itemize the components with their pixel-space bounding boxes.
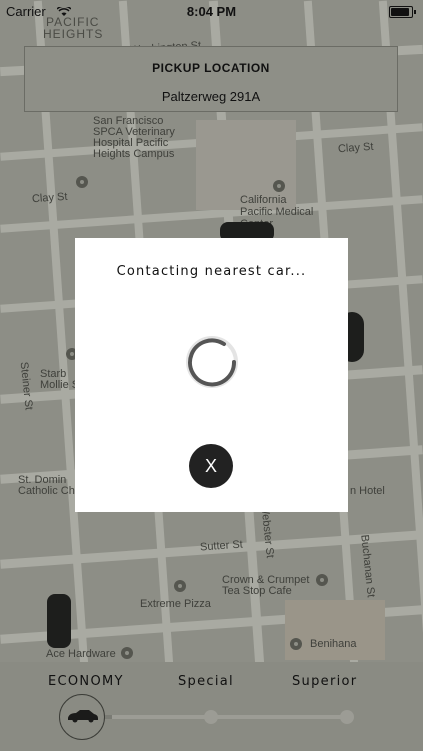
poi-marker <box>273 180 285 192</box>
pickup-title: PICKUP LOCATION <box>152 61 270 75</box>
map-label: Ace Hardware <box>46 648 116 660</box>
tier-special[interactable]: Special <box>178 674 234 689</box>
tier-superior[interactable]: Superior <box>292 674 357 689</box>
poi-marker <box>290 638 302 650</box>
map-label: Pacific Medical <box>240 206 314 218</box>
modal-message: Contacting nearest car... <box>116 264 307 279</box>
contacting-car-modal: Contacting nearest car... X <box>75 238 348 512</box>
map-label: Heights Campus <box>93 148 175 160</box>
map-label: Tea Stop Cafe <box>222 585 292 597</box>
map-label: Steiner St <box>17 361 35 411</box>
pickup-address: Paltzerweg 291A <box>161 89 261 104</box>
battery-icon <box>389 6 416 18</box>
close-button[interactable]: X <box>189 444 233 488</box>
map-label: Clay St <box>337 140 374 156</box>
map-label: Benihana <box>310 638 357 650</box>
car-marker <box>47 594 71 648</box>
pickup-location-card[interactable]: PICKUP LOCATION Paltzerweg 291A <box>24 46 398 112</box>
selected-car-icon[interactable] <box>59 694 105 740</box>
tier-economy[interactable]: Economy <box>48 674 124 689</box>
poi-marker <box>316 574 328 586</box>
map-label: Extreme Pizza <box>140 598 211 610</box>
tier-dot-superior[interactable] <box>340 710 354 724</box>
map-label: HEIGHTS <box>43 27 104 41</box>
status-bar: Carrier 8:04 PM <box>0 0 423 22</box>
map-label: Clay St <box>31 190 68 206</box>
map-label: n Hotel <box>350 485 385 497</box>
poi-marker <box>121 647 133 659</box>
map-label: Buchanan St <box>358 534 377 598</box>
map-label: Catholic Ch <box>18 485 75 497</box>
tier-dot-special[interactable] <box>204 710 218 724</box>
map-label: Mollie S <box>40 379 80 391</box>
status-time: 8:04 PM <box>186 4 237 19</box>
loading-spinner-icon <box>184 334 240 390</box>
poi-marker <box>174 580 186 592</box>
poi-marker <box>76 176 88 188</box>
map-label: California <box>240 194 287 206</box>
